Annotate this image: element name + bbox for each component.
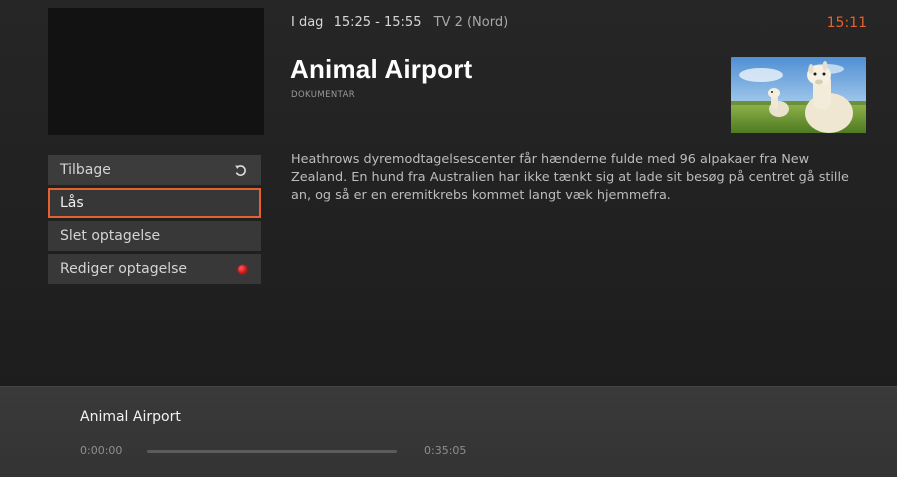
- broadcast-time: 15:25 - 15:55: [333, 15, 422, 30]
- progress-bar[interactable]: [147, 450, 397, 453]
- program-genre: DOKUMENTAR: [291, 90, 356, 100]
- back-arrow-icon: [234, 155, 247, 185]
- total-time: 0:35:05: [424, 444, 467, 457]
- menu-item-label: Slet optagelse: [60, 228, 161, 244]
- now-playing-title: Animal Airport: [80, 409, 181, 425]
- menu-item-label: Rediger optagelse: [60, 261, 188, 277]
- broadcast-day: I dag: [291, 15, 324, 30]
- video-preview: [48, 8, 264, 135]
- action-menu: Tilbage Lås Slet optagelse Rediger optag…: [48, 155, 261, 287]
- clock: 15:11: [826, 15, 867, 31]
- elapsed-time: 0:00:00: [80, 444, 123, 457]
- channel-name: TV 2 (Nord): [433, 15, 509, 30]
- record-dot-icon: [238, 254, 247, 284]
- player-bar: Animal Airport 0:00:00 0:35:05: [0, 386, 897, 477]
- menu-item-label: Lås: [60, 195, 84, 211]
- menu-item-label: Tilbage: [60, 162, 111, 178]
- program-title: Animal Airport: [290, 54, 473, 84]
- recording-detail-screen: I dag 15:25 - 15:55 TV 2 (Nord) 15:11 An…: [0, 0, 897, 477]
- program-description: Heathrows dyremodtagelsescenter får hænd…: [291, 152, 849, 203]
- edit-recording-button[interactable]: Rediger optagelse: [48, 254, 261, 284]
- schedule-info: I dag 15:25 - 15:55 TV 2 (Nord): [291, 15, 508, 30]
- program-thumbnail: [731, 57, 866, 133]
- back-button[interactable]: Tilbage: [48, 155, 261, 185]
- lock-button[interactable]: Lås: [48, 188, 261, 218]
- delete-recording-button[interactable]: Slet optagelse: [48, 221, 261, 251]
